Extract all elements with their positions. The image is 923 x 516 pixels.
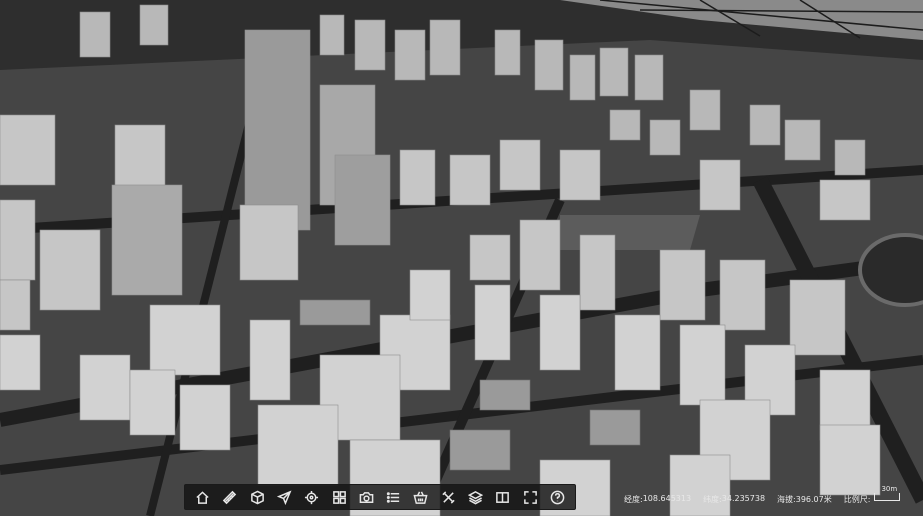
split-icon bbox=[496, 491, 510, 503]
3d-button[interactable] bbox=[247, 487, 267, 507]
help-button[interactable] bbox=[547, 487, 567, 507]
camera-icon bbox=[359, 491, 374, 503]
cube-icon bbox=[250, 490, 264, 504]
grid-icon bbox=[332, 490, 346, 504]
city-3d-scene[interactable] bbox=[0, 0, 923, 516]
scale-value: 30m bbox=[881, 484, 898, 493]
longitude-value: 108.645313 bbox=[642, 493, 692, 503]
altitude-readout: 海拔: 396.07米 bbox=[777, 494, 832, 505]
ruler-icon bbox=[223, 490, 237, 504]
apps-button[interactable] bbox=[329, 487, 349, 507]
screenshot-button[interactable] bbox=[356, 487, 376, 507]
clear-button[interactable] bbox=[411, 487, 431, 507]
tools-icon bbox=[442, 490, 455, 504]
measure-button[interactable] bbox=[220, 487, 240, 507]
latitude-label: 纬度: bbox=[703, 494, 722, 504]
latitude-readout: 纬度: 34.235738 bbox=[703, 494, 765, 505]
list-icon bbox=[386, 491, 400, 503]
status-bar: 经度: 108.645313 纬度: 34.235738 海拔: 396.07米… bbox=[610, 485, 923, 512]
latitude-value: 34.235738 bbox=[721, 493, 766, 503]
basket-icon bbox=[413, 491, 428, 504]
longitude-label: 经度: bbox=[624, 494, 643, 504]
list-button[interactable] bbox=[384, 487, 404, 507]
scale-label: 比例尺: bbox=[843, 494, 871, 504]
longitude-readout: 经度: 108.645313 bbox=[624, 494, 691, 505]
fullscreen-icon bbox=[523, 490, 537, 504]
altitude-label: 海拔: bbox=[777, 494, 796, 504]
scale-bar: 30m bbox=[874, 485, 901, 501]
locate-button[interactable] bbox=[302, 487, 322, 507]
scale-readout: 比例尺: 30m bbox=[843, 485, 901, 505]
help-icon bbox=[550, 490, 565, 504]
split-button[interactable] bbox=[493, 487, 513, 507]
fly-button[interactable] bbox=[274, 487, 294, 507]
home-button[interactable] bbox=[193, 487, 213, 507]
fullscreen-button[interactable] bbox=[520, 487, 540, 507]
send-icon bbox=[276, 489, 292, 505]
map-toolbar bbox=[184, 484, 576, 510]
tools-button[interactable] bbox=[438, 487, 458, 507]
altitude-value: 396.07米 bbox=[795, 494, 832, 504]
home-icon bbox=[196, 490, 209, 504]
layers-icon bbox=[467, 490, 483, 504]
map-viewport[interactable]: 经度: 108.645313 纬度: 34.235738 海拔: 396.07米… bbox=[0, 0, 923, 516]
layers-button[interactable] bbox=[465, 487, 485, 507]
locate-icon bbox=[305, 490, 319, 504]
